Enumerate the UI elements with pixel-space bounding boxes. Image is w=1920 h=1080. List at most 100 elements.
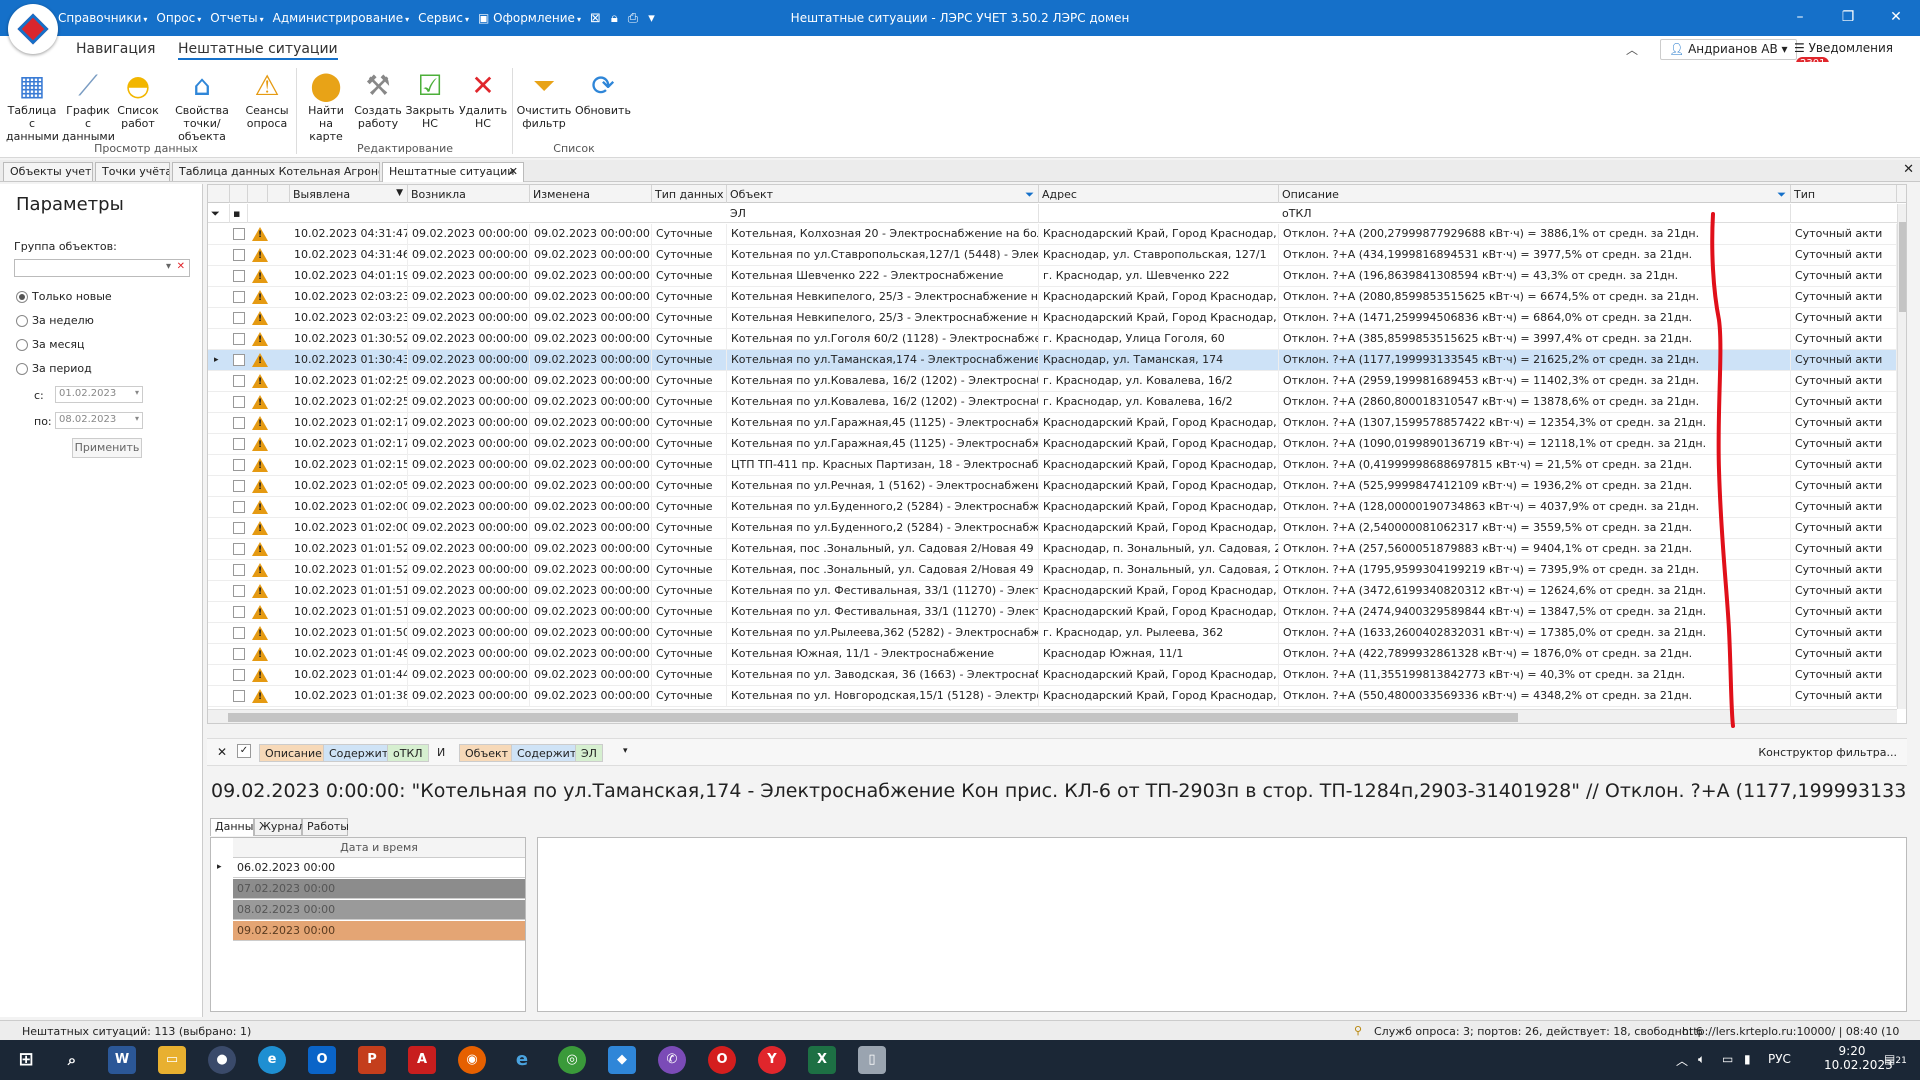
powerpoint-icon[interactable]: P <box>358 1046 386 1074</box>
menu-service[interactable]: Сервис ▾ <box>418 11 469 25</box>
row-checkbox[interactable] <box>233 501 245 513</box>
lers-app-icon[interactable]: ◆ <box>608 1046 636 1074</box>
filter-select-all[interactable]: ▪ <box>230 204 248 223</box>
header-select[interactable] <box>230 185 248 203</box>
tab-incidents[interactable]: Нештатные ситуации <box>178 41 338 60</box>
row-checkbox[interactable] <box>233 228 245 240</box>
close-document-icon[interactable]: ✕ <box>1903 162 1914 177</box>
row-checkbox[interactable] <box>233 627 245 639</box>
restore-button[interactable]: ❐ <box>1824 0 1872 36</box>
filter-history-dropdown-icon[interactable]: ▾ <box>623 746 628 756</box>
yandex-icon[interactable]: Y <box>758 1046 786 1074</box>
filter-icon[interactable]: ⏷ <box>1025 188 1034 202</box>
row-checkbox[interactable] <box>233 333 245 345</box>
table-row[interactable]: 10.02.2023 04:01:1909.02.2023 00:00:0009… <box>208 266 1906 287</box>
row-checkbox[interactable] <box>233 270 245 282</box>
header-description[interactable]: Описание ⏷ <box>1279 185 1791 203</box>
table-row[interactable]: 10.02.2023 01:01:5209.02.2023 00:00:0009… <box>208 539 1906 560</box>
filter-object-cell[interactable]: ЭЛ <box>727 204 1039 223</box>
doc-tab-points[interactable]: Точки учёта <box>95 162 170 181</box>
excel-export-icon[interactable]: ⊠ <box>590 11 601 26</box>
apply-button[interactable]: Применить <box>72 438 142 458</box>
filter-value-otkl[interactable]: оТКЛ <box>387 744 429 762</box>
table-row[interactable]: 10.02.2023 01:02:2509.02.2023 00:00:0009… <box>208 392 1906 413</box>
header-changed[interactable]: Изменена <box>530 185 652 203</box>
word-icon[interactable]: W <box>108 1046 136 1074</box>
object-group-combo[interactable]: ▾ ✕ <box>14 259 190 277</box>
close-filter-icon[interactable]: ✕ <box>217 745 227 759</box>
chrome-icon[interactable]: ◎ <box>558 1046 586 1074</box>
horizontal-scrollbar[interactable] <box>208 709 1897 723</box>
scroll-thumb[interactable] <box>1899 222 1906 312</box>
table-row[interactable]: ▸10.02.2023 01:30:4309.02.2023 00:00:000… <box>208 350 1906 371</box>
menu-directories[interactable]: Справочники ▾ <box>58 11 147 25</box>
header-type[interactable]: Тип <box>1791 185 1897 203</box>
row-checkbox[interactable] <box>233 606 245 618</box>
date-dropdown-icon[interactable]: ▾ <box>135 414 139 423</box>
radio-week[interactable]: За неделю <box>16 314 94 327</box>
viber-icon[interactable]: ✆ <box>658 1046 686 1074</box>
firefox-icon[interactable]: ◉ <box>458 1046 486 1074</box>
filter-field-object[interactable]: Объект <box>459 744 515 762</box>
table-row[interactable]: 10.02.2023 01:02:1709.02.2023 00:00:0009… <box>208 434 1906 455</box>
row-checkbox[interactable] <box>233 249 245 261</box>
table-row[interactable]: 10.02.2023 01:01:3809.02.2023 00:00:0009… <box>208 686 1906 707</box>
language-indicator[interactable]: РУС <box>1768 1052 1791 1066</box>
row-checkbox[interactable] <box>233 354 245 366</box>
filter-icon[interactable]: ⏷ <box>1777 188 1786 202</box>
row-checkbox[interactable] <box>233 375 245 387</box>
pdf-icon[interactable]: A <box>408 1046 436 1074</box>
row-checkbox[interactable] <box>233 396 245 408</box>
collapse-ribbon-icon[interactable]: ︿ <box>1626 41 1638 58</box>
filter-value-el[interactable]: ЭЛ <box>575 744 603 762</box>
header-detected[interactable]: Выявлена ▼ <box>290 185 408 203</box>
notifications-button[interactable]: ☰ Уведомления2301 <box>1788 39 1920 70</box>
row-checkbox[interactable] <box>233 522 245 534</box>
create-work-button[interactable]: ⚒ Создать работу <box>354 68 402 130</box>
row-checkbox[interactable] <box>233 648 245 660</box>
row-checkbox[interactable] <box>233 480 245 492</box>
tab-navigation[interactable]: Навигация <box>76 41 155 57</box>
row-checkbox[interactable] <box>233 543 245 555</box>
radio-period[interactable]: За период <box>16 362 92 375</box>
delete-incident-button[interactable]: ✕ Удалить НС <box>458 68 508 130</box>
table-row[interactable]: 10.02.2023 01:01:4409.02.2023 00:00:0009… <box>208 665 1906 686</box>
works-list-button[interactable]: ◓ Список работ <box>116 68 160 130</box>
table-row[interactable]: 10.02.2023 01:02:0509.02.2023 00:00:0009… <box>208 476 1906 497</box>
filter-builder-link[interactable]: Конструктор фильтра... <box>1758 746 1897 759</box>
outlook-icon[interactable]: O <box>308 1046 336 1074</box>
user-menu[interactable]: 👤︎ Андрианов АВ ▾ <box>1660 39 1797 60</box>
filter-enabled-checkbox[interactable]: ✓ <box>237 744 251 758</box>
scroll-thumb[interactable] <box>228 713 1518 722</box>
row-checkbox[interactable] <box>233 459 245 471</box>
lock-icon[interactable]: 🔒︎ <box>611 11 618 26</box>
app-generic-icon[interactable]: ▯ <box>858 1046 886 1074</box>
header-address[interactable]: Адрес <box>1039 185 1279 203</box>
table-row[interactable]: 10.02.2023 02:03:2309.02.2023 00:00:0009… <box>208 287 1906 308</box>
filter-description-cell[interactable]: оТКЛ <box>1279 204 1791 223</box>
header-data-type[interactable]: Тип данных <box>652 185 727 203</box>
close-window-button[interactable]: ✕ <box>1872 0 1920 36</box>
print-icon[interactable]: ⎙ <box>628 11 638 26</box>
table-row[interactable]: 10.02.2023 01:01:4909.02.2023 00:00:0009… <box>208 644 1906 665</box>
table-row[interactable]: 10.02.2023 01:02:1509.02.2023 00:00:0009… <box>208 455 1906 476</box>
table-row[interactable]: 10.02.2023 02:03:2309.02.2023 00:00:0009… <box>208 308 1906 329</box>
clock[interactable]: 9:20 10.02.2023 <box>1824 1044 1893 1072</box>
table-row[interactable]: 10.02.2023 01:02:0009.02.2023 00:00:0009… <box>208 497 1906 518</box>
windows-start-icon[interactable]: ⊞ <box>12 1046 40 1074</box>
table-row[interactable]: 10.02.2023 01:01:5109.02.2023 00:00:0009… <box>208 602 1906 623</box>
row-checkbox[interactable] <box>233 291 245 303</box>
opera-icon[interactable]: O <box>708 1046 736 1074</box>
action-center-icon[interactable]: ▤21 <box>1884 1052 1907 1066</box>
minimize-button[interactable]: – <box>1776 0 1824 36</box>
table-row[interactable]: 10.02.2023 01:01:5209.02.2023 00:00:0009… <box>208 560 1906 581</box>
date-row[interactable]: 07.02.2023 00:00 <box>233 879 525 899</box>
excel-icon[interactable]: X <box>808 1046 836 1074</box>
table-row[interactable]: 10.02.2023 01:30:5209.02.2023 00:00:0009… <box>208 329 1906 350</box>
data-chart-button[interactable]: ⟋ График с данными <box>62 68 115 143</box>
internet-explorer-icon[interactable]: e <box>508 1046 536 1074</box>
date-row[interactable]: 06.02.2023 00:00 <box>233 858 525 878</box>
row-checkbox[interactable] <box>233 669 245 681</box>
object-properties-button[interactable]: ⌂ Свойства точки/объекта <box>162 68 242 143</box>
filter-field-description[interactable]: Описание <box>259 744 328 762</box>
